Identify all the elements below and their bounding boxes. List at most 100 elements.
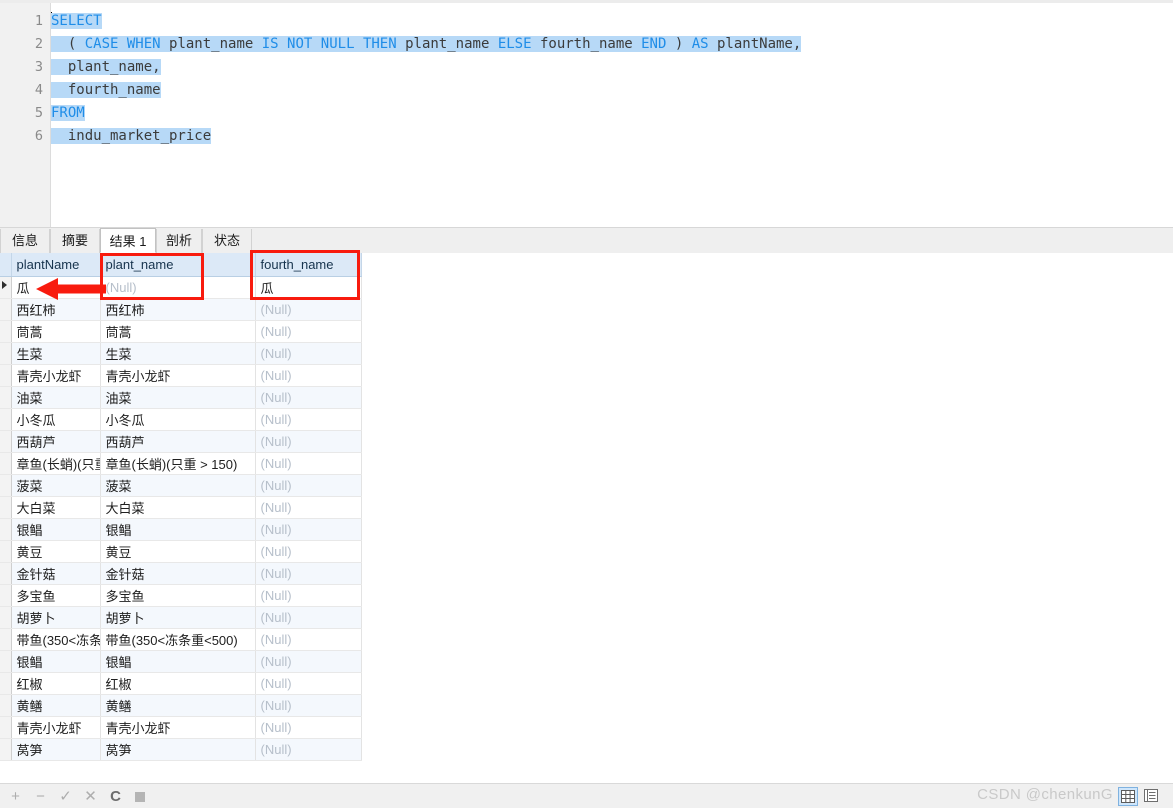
table-cell[interactable]: 西红柿: [100, 298, 256, 321]
table-row[interactable]: 生菜 生菜 (Null): [0, 342, 362, 365]
row-selector-cell[interactable]: [0, 650, 12, 673]
code-line-4[interactable]: fourth_name: [51, 79, 161, 102]
row-selector-cell[interactable]: [0, 738, 12, 761]
table-cell[interactable]: 青壳小龙虾: [11, 364, 101, 387]
row-selector-cell[interactable]: [0, 540, 12, 563]
row-selector-cell[interactable]: [0, 584, 12, 607]
result-tab-bar[interactable]: 信息 摘要 结果 1 剖析 状态: [0, 227, 1173, 254]
table-cell[interactable]: 黄豆: [100, 540, 256, 563]
table-cell[interactable]: (Null): [255, 364, 362, 387]
tab-4[interactable]: 状态: [202, 229, 252, 253]
row-selector-cell[interactable]: [0, 298, 12, 321]
tab-3[interactable]: 剖析: [156, 229, 202, 253]
table-row[interactable]: 黄豆 黄豆 (Null): [0, 540, 362, 563]
table-cell[interactable]: (Null): [255, 628, 362, 651]
table-cell[interactable]: 红椒: [100, 672, 256, 695]
table-cell[interactable]: (Null): [255, 430, 362, 453]
table-row[interactable]: 青壳小龙虾 青壳小龙虾 (Null): [0, 364, 362, 387]
tab-1[interactable]: 摘要: [50, 229, 100, 253]
table-row[interactable]: 菠菜 菠菜 (Null): [0, 474, 362, 497]
row-selector-cell[interactable]: [0, 386, 12, 409]
row-selector-cell[interactable]: [0, 364, 12, 387]
table-row[interactable]: 黄鳝 黄鳝 (Null): [0, 694, 362, 717]
table-cell[interactable]: (Null): [255, 342, 362, 365]
table-cell[interactable]: (Null): [255, 716, 362, 739]
code-line-3[interactable]: plant_name,: [51, 56, 161, 79]
table-row[interactable]: 多宝鱼 多宝鱼 (Null): [0, 584, 362, 607]
row-selector-cell[interactable]: [0, 452, 12, 475]
row-selector-cell[interactable]: [0, 672, 12, 695]
table-cell[interactable]: (Null): [255, 606, 362, 629]
table-cell[interactable]: 胡萝卜: [11, 606, 101, 629]
table-cell[interactable]: 黄鳝: [100, 694, 256, 717]
add-record-icon[interactable]: +: [6, 787, 25, 806]
table-row[interactable]: 西红柿 西红柿 (Null): [0, 298, 362, 321]
discard-changes-icon[interactable]: ✕: [81, 787, 100, 806]
table-cell[interactable]: 莴笋: [100, 738, 256, 761]
row-selector-cell[interactable]: [0, 562, 12, 585]
code-line-1[interactable]: SELECT: [51, 10, 102, 33]
table-row[interactable]: 章鱼(长蛸)(只重 > 150)章鱼(长蛸)(只重 > 150)(Null): [0, 452, 362, 475]
table-cell[interactable]: (Null): [255, 496, 362, 519]
result-grid-container[interactable]: plantName plant_name fourth_name 瓜 (Null)…: [0, 253, 1173, 780]
row-selector-cell[interactable]: [0, 606, 12, 629]
table-cell[interactable]: 银鲳: [100, 650, 256, 673]
table-cell[interactable]: (Null): [255, 540, 362, 563]
table-row[interactable]: 金针菇 金针菇 (Null): [0, 562, 362, 585]
table-row[interactable]: 大白菜 大白菜 (Null): [0, 496, 362, 519]
table-cell[interactable]: 瓜: [255, 276, 362, 299]
apply-changes-icon[interactable]: ✓: [56, 787, 75, 806]
remove-record-icon[interactable]: −: [31, 787, 50, 806]
table-cell[interactable]: 瓜: [11, 276, 101, 299]
table-cell[interactable]: 红椒: [11, 672, 101, 695]
table-cell[interactable]: 菠菜: [100, 474, 256, 497]
table-cell[interactable]: 带鱼(350<冻条重<500): [11, 628, 101, 651]
row-selector-cell[interactable]: [0, 716, 12, 739]
column-header-fourth_name[interactable]: fourth_name: [255, 253, 362, 277]
row-selector-cell[interactable]: [0, 408, 12, 431]
table-row[interactable]: 莴笋 莴笋 (Null): [0, 738, 362, 761]
table-row[interactable]: 瓜 (Null) 瓜: [0, 276, 362, 299]
table-cell[interactable]: 小冬瓜: [100, 408, 256, 431]
table-cell[interactable]: (Null): [255, 408, 362, 431]
row-selector-cell[interactable]: [0, 628, 12, 651]
sql-editor[interactable]: 1 2 3 4 5 6 SELECT ( CASE WHEN plant_name IS …: [0, 3, 1173, 227]
row-selector-cell[interactable]: [0, 496, 12, 519]
row-selector-cell[interactable]: [0, 276, 12, 299]
table-cell[interactable]: 银鲳: [100, 518, 256, 541]
table-cell[interactable]: 银鲳: [11, 518, 101, 541]
table-cell[interactable]: (Null): [255, 452, 362, 475]
tab-0[interactable]: 信息: [0, 229, 50, 253]
table-cell[interactable]: 章鱼(长蛸)(只重 > 150): [100, 452, 256, 475]
table-cell[interactable]: 黄鳝: [11, 694, 101, 717]
grid-view-toggle[interactable]: [1118, 787, 1138, 806]
table-cell[interactable]: (Null): [100, 276, 256, 299]
table-cell[interactable]: 西红柿: [11, 298, 101, 321]
code-line-6[interactable]: indu_market_price: [51, 125, 212, 148]
table-cell[interactable]: 金针菇: [11, 562, 101, 585]
table-cell[interactable]: 大白菜: [100, 496, 256, 519]
sql-code-area[interactable]: SELECT ( CASE WHEN plant_name IS NOT NUL…: [51, 3, 1173, 227]
result-grid[interactable]: plantName plant_name fourth_name 瓜 (Null)…: [0, 253, 362, 761]
table-cell[interactable]: 大白菜: [11, 496, 101, 519]
table-cell[interactable]: 胡萝卜: [100, 606, 256, 629]
row-selector-cell[interactable]: [0, 342, 12, 365]
table-cell[interactable]: (Null): [255, 386, 362, 409]
table-row[interactable]: 茼蒿 茼蒿 (Null): [0, 320, 362, 343]
table-row[interactable]: 带鱼(350<冻条重<500)带鱼(350<冻条重<500)(Null): [0, 628, 362, 651]
table-cell[interactable]: 多宝鱼: [100, 584, 256, 607]
column-header-plant_name[interactable]: plant_name: [100, 253, 256, 277]
tab-2-active[interactable]: 结果 1: [100, 228, 156, 253]
table-cell[interactable]: (Null): [255, 518, 362, 541]
table-cell[interactable]: (Null): [255, 694, 362, 717]
table-row[interactable]: 青壳小龙虾 青壳小龙虾 (Null): [0, 716, 362, 739]
table-cell[interactable]: 小冬瓜: [11, 408, 101, 431]
row-selector-cell[interactable]: [0, 518, 12, 541]
table-cell[interactable]: (Null): [255, 320, 362, 343]
table-cell[interactable]: 生菜: [100, 342, 256, 365]
row-selector-cell[interactable]: [0, 430, 12, 453]
table-cell[interactable]: 带鱼(350<冻条重<500): [100, 628, 256, 651]
table-row[interactable]: 胡萝卜 胡萝卜 (Null): [0, 606, 362, 629]
table-cell[interactable]: 油菜: [100, 386, 256, 409]
table-cell[interactable]: 银鲳: [11, 650, 101, 673]
